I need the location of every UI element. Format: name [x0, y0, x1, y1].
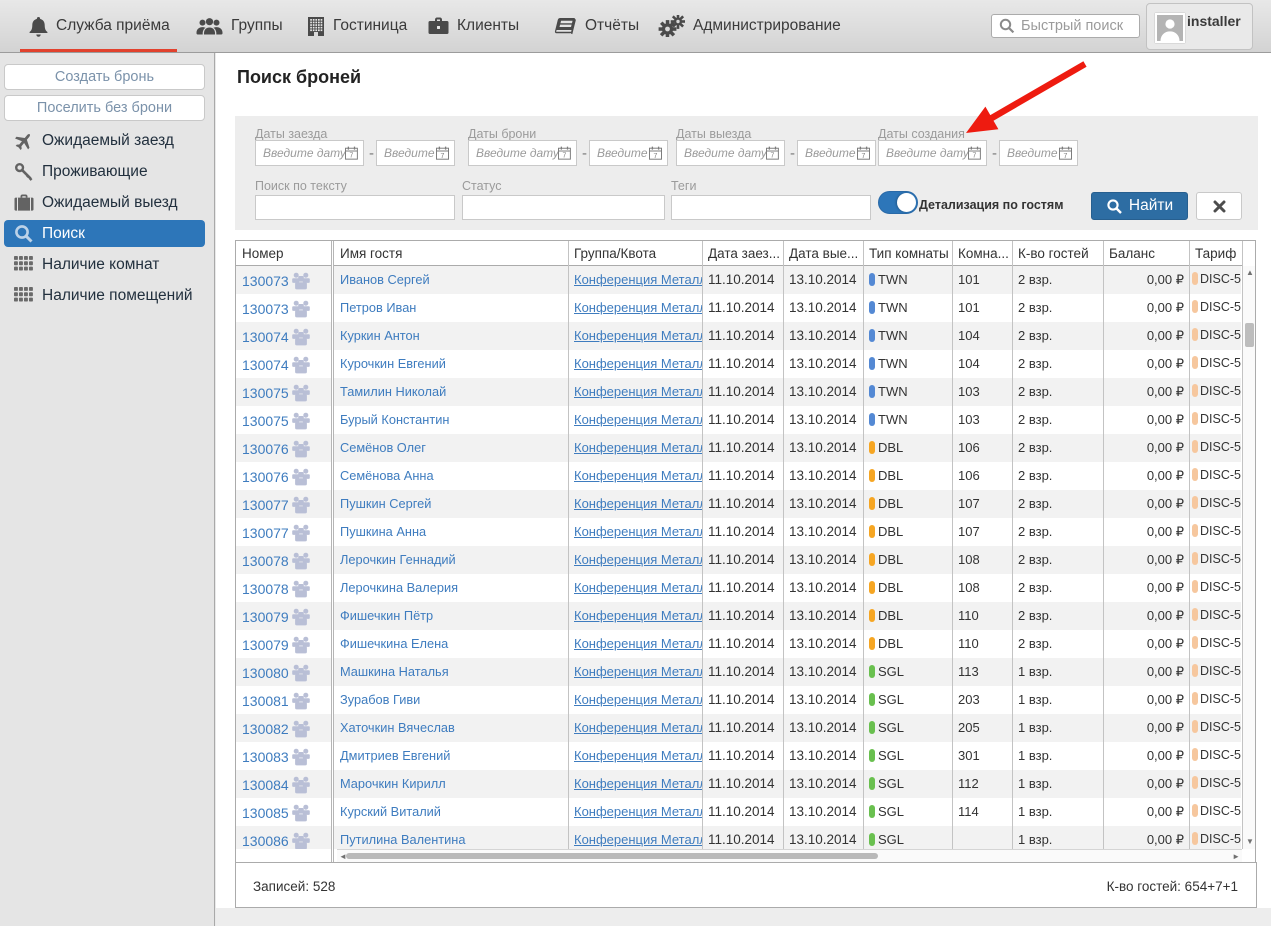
svg-text:7: 7: [654, 153, 658, 160]
svg-text:7: 7: [350, 153, 354, 160]
svg-text:7: 7: [973, 153, 977, 160]
svg-text:7: 7: [1064, 153, 1068, 160]
svg-text:7: 7: [441, 153, 445, 160]
svg-text:7: 7: [563, 153, 567, 160]
svg-text:7: 7: [771, 153, 775, 160]
svg-text:7: 7: [862, 153, 866, 160]
